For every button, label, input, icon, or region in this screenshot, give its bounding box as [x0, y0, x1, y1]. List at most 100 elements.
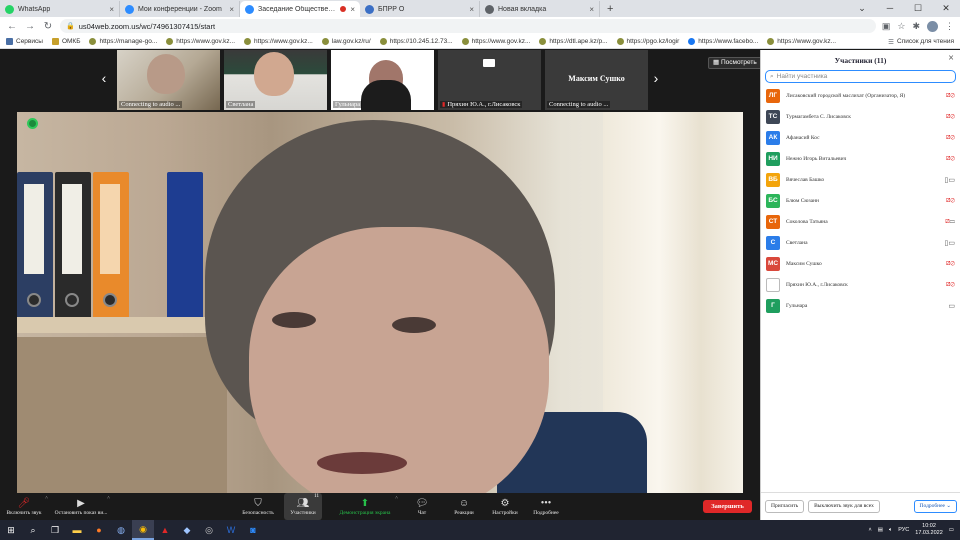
minimize-icon[interactable]: ─	[876, 0, 904, 17]
bookmark-item[interactable]: https://www.gov.kz...	[166, 38, 235, 45]
chat-button[interactable]: 💬︎ Чат	[412, 493, 432, 520]
video-off-icon[interactable]: ⊘	[950, 281, 955, 288]
file-explorer-icon[interactable]: ▬	[66, 520, 88, 540]
windows-start-icon[interactable]: ⊞	[0, 520, 22, 540]
participant-tile[interactable]: Connecting to audio ...	[117, 50, 220, 110]
bookmark-item[interactable]: https://10.245.12.73...	[379, 38, 453, 45]
caret-up-icon[interactable]: ˄	[395, 496, 398, 501]
video-on-icon[interactable]: ▭	[950, 218, 955, 225]
bookmark-item[interactable]: https://dtl.ape.kz/p...	[539, 38, 608, 45]
video-on-icon[interactable]: ▭	[948, 303, 955, 310]
profile-avatar[interactable]	[927, 20, 938, 32]
panel-more-button[interactable]: Подробнее ⌄	[913, 500, 957, 513]
participant-row[interactable]: НИ Нежно Игорь Витальевич ⧄⊘	[761, 148, 960, 169]
video-off-icon[interactable]: ⊘	[950, 197, 955, 204]
participant-row[interactable]: Г Гульнара ▭	[761, 295, 960, 316]
prev-page-arrow-icon[interactable]: ‹	[97, 70, 111, 86]
reload-icon[interactable]: ↻	[42, 21, 54, 32]
caret-up-icon[interactable]: ˄	[107, 496, 110, 501]
zoom-icon[interactable]: ◙	[242, 520, 264, 540]
video-off-icon[interactable]: ⊘	[950, 260, 955, 267]
view-button[interactable]: ▦ Посмотреть	[708, 57, 762, 69]
tab-close-icon[interactable]: ×	[589, 5, 594, 14]
bookmark-item[interactable]: https://www.facebo...	[688, 38, 758, 45]
participant-tile[interactable]: Гульнара	[331, 50, 434, 110]
bookmark-item[interactable]: https://www.gov.kz...	[461, 38, 530, 45]
star-icon[interactable]: ☆	[897, 21, 905, 32]
bookmark-item[interactable]: https://www.gov.kz...	[767, 38, 836, 45]
bookmark-item[interactable]: https://manage-go...	[89, 38, 157, 45]
volume-icon[interactable]: 🔈︎	[889, 527, 892, 534]
participant-tile[interactable]: ▮ Пряхин Ю.А., г.Лисаковск	[438, 50, 541, 110]
participant-row[interactable]: БС Блюм Сюзанн ⧄⊘	[761, 190, 960, 211]
address-bar[interactable]: 🔒 us04web.zoom.us/wc/74961307415/start	[60, 19, 876, 33]
bookmark-item[interactable]: ОМКБ	[51, 38, 80, 45]
participant-search-input[interactable]: ⌕ Найти участника	[765, 70, 956, 83]
back-icon[interactable]: ←	[6, 21, 18, 32]
participant-row[interactable]: ВБ Вячеслав Башко ▯▭	[761, 169, 960, 190]
encryption-shield-icon[interactable]	[27, 118, 38, 129]
video-off-icon[interactable]: ⊘	[950, 113, 955, 120]
browser-tab[interactable]: Заседание Общественного ×	[240, 1, 360, 17]
caret-up-icon[interactable]: ˄	[45, 496, 48, 501]
participants-button[interactable]: 👥︎ Участники 11	[284, 493, 322, 520]
menu-icon[interactable]: ⋮	[945, 21, 954, 32]
app-icon[interactable]: ◆	[176, 520, 198, 540]
video-off-icon[interactable]: ⊘	[950, 155, 955, 162]
video-off-icon[interactable]: ⊘	[950, 92, 955, 99]
stop-video-button[interactable]: ▶︎ Остановить показ ви... ˄	[55, 493, 110, 520]
app-icon[interactable]: ◍	[110, 520, 132, 540]
mute-all-button[interactable]: Выключить звук для всех	[808, 500, 880, 513]
participant-row[interactable]: ТС Турмагамбета С. Лисаковск ⧄⊘	[761, 106, 960, 127]
chevron-down-icon[interactable]: ⌄	[848, 0, 876, 17]
forward-icon[interactable]: →	[24, 21, 36, 32]
notifications-icon[interactable]: ▭	[949, 527, 954, 533]
app-icon[interactable]: ◎	[198, 520, 220, 540]
participant-row[interactable]: МС Максим Сушко ⧄⊘	[761, 253, 960, 274]
language-indicator[interactable]: РУС	[898, 527, 909, 533]
close-icon[interactable]: ✕	[932, 0, 960, 17]
invite-button[interactable]: Пригласить	[765, 500, 805, 513]
participant-tile[interactable]: Светлана	[224, 50, 327, 110]
settings-button[interactable]: ⚙ Настройки	[490, 493, 520, 520]
search-icon[interactable]: ⌕	[22, 520, 44, 540]
browser-tab[interactable]: БПРР О ×	[360, 1, 480, 17]
tab-close-icon[interactable]: ×	[469, 5, 474, 14]
browser-tab[interactable]: Новая вкладка ×	[480, 1, 600, 17]
share-screen-button[interactable]: ⬆︎ Демонстрация экрана ˄	[336, 493, 398, 520]
chrome-icon[interactable]: ◉	[132, 520, 154, 540]
participant-tile[interactable]: Максим Сушко Connecting to audio ...	[545, 50, 648, 110]
bookmark-item[interactable]: https://www.gov.kz...	[244, 38, 313, 45]
tab-close-icon[interactable]: ×	[350, 5, 355, 14]
participant-row[interactable]: СТ Соколова Татьяна ⧄▭	[761, 211, 960, 232]
next-page-arrow-icon[interactable]: ›	[649, 70, 663, 86]
close-icon[interactable]: ×	[948, 53, 954, 64]
bookmark-item[interactable]: Сервисы	[6, 38, 43, 45]
word-icon[interactable]: W	[220, 520, 242, 540]
browser-tab[interactable]: Мои конференции - Zoom ×	[120, 1, 240, 17]
maximize-icon[interactable]: ☐	[904, 0, 932, 17]
bookmark-item[interactable]: law.gov.kz/ru/	[321, 38, 371, 45]
extensions-icon[interactable]: ✱	[912, 21, 920, 32]
end-meeting-button[interactable]: Завершить	[703, 500, 752, 513]
tab-close-icon[interactable]: ×	[109, 5, 114, 14]
clock[interactable]: 10:02 17.03.2022	[915, 523, 943, 537]
pdf-icon[interactable]: ▲	[154, 520, 176, 540]
reactions-button[interactable]: ☺ Реакции	[450, 493, 478, 520]
firefox-icon[interactable]: ●	[88, 520, 110, 540]
new-tab-button[interactable]: +	[600, 1, 620, 17]
bookmark-item[interactable]: https://pgo.kz/logir	[616, 38, 679, 45]
participant-row[interactable]: АК Афанасий Кос ⧄⊘	[761, 127, 960, 148]
participant-row[interactable]: Пряхин Ю.А., г.Лисаковск ⧄⊘	[761, 274, 960, 295]
security-button[interactable]: ⛉ Безопасность	[238, 493, 278, 520]
network-icon[interactable]: ▤	[878, 527, 883, 533]
task-view-icon[interactable]: ❐	[44, 520, 66, 540]
participant-row[interactable]: ЛГ Лисаковский городской маслихат (Органи…	[761, 85, 960, 106]
browser-tab[interactable]: WhatsApp ×	[0, 1, 120, 17]
unmute-button[interactable]: 🎤︎ Включить звук ˄	[4, 493, 49, 520]
tray-chevron-icon[interactable]: ˄	[869, 527, 872, 533]
camera-icon[interactable]: ▣	[882, 21, 891, 32]
tab-close-icon[interactable]: ×	[229, 5, 234, 14]
more-button[interactable]: ••• Подробнее	[530, 493, 562, 520]
video-on-icon[interactable]: ▭	[948, 240, 955, 247]
